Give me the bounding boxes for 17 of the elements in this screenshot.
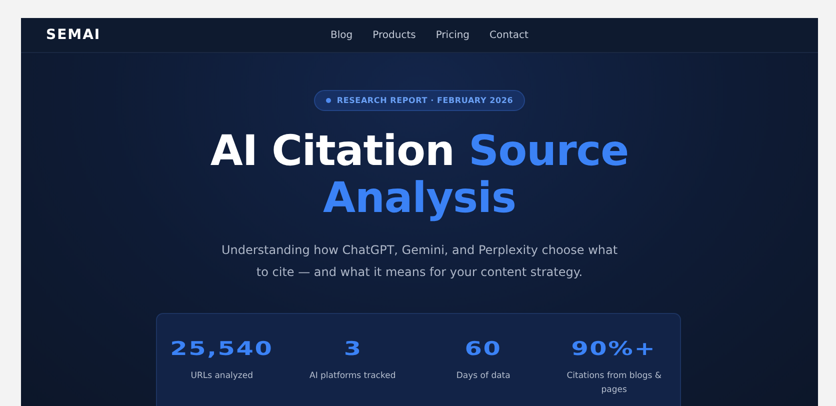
stat-value: 25,540: [170, 338, 274, 360]
stat-label: Days of data: [455, 370, 512, 383]
stat-label: Citations from blogs & pages: [566, 370, 662, 397]
stat-value: 90%+: [572, 338, 657, 360]
badge-text: RESEARCH REPORT · FEBRUARY 2026: [336, 96, 514, 105]
stat-label: AI platforms tracked: [308, 370, 397, 383]
nav-link[interactable]: Blog: [330, 30, 353, 40]
logo[interactable]: SEMAI: [46, 27, 101, 43]
stat-value: 3: [343, 338, 362, 360]
dot-icon: [326, 98, 331, 103]
nav-link[interactable]: Contact: [490, 30, 528, 40]
nav-link[interactable]: Pricing: [436, 30, 470, 40]
page-title: AI Citation Source Analysis: [209, 127, 630, 221]
stat-label: URLs analyzed: [190, 370, 254, 383]
nav-link[interactable]: Products: [372, 30, 416, 40]
subtitle: Understanding how ChatGPT, Gemini, and Perplexity choose what to cite — and what it means for your content strategy.: [220, 242, 619, 281]
stat-value: 60: [464, 338, 502, 360]
